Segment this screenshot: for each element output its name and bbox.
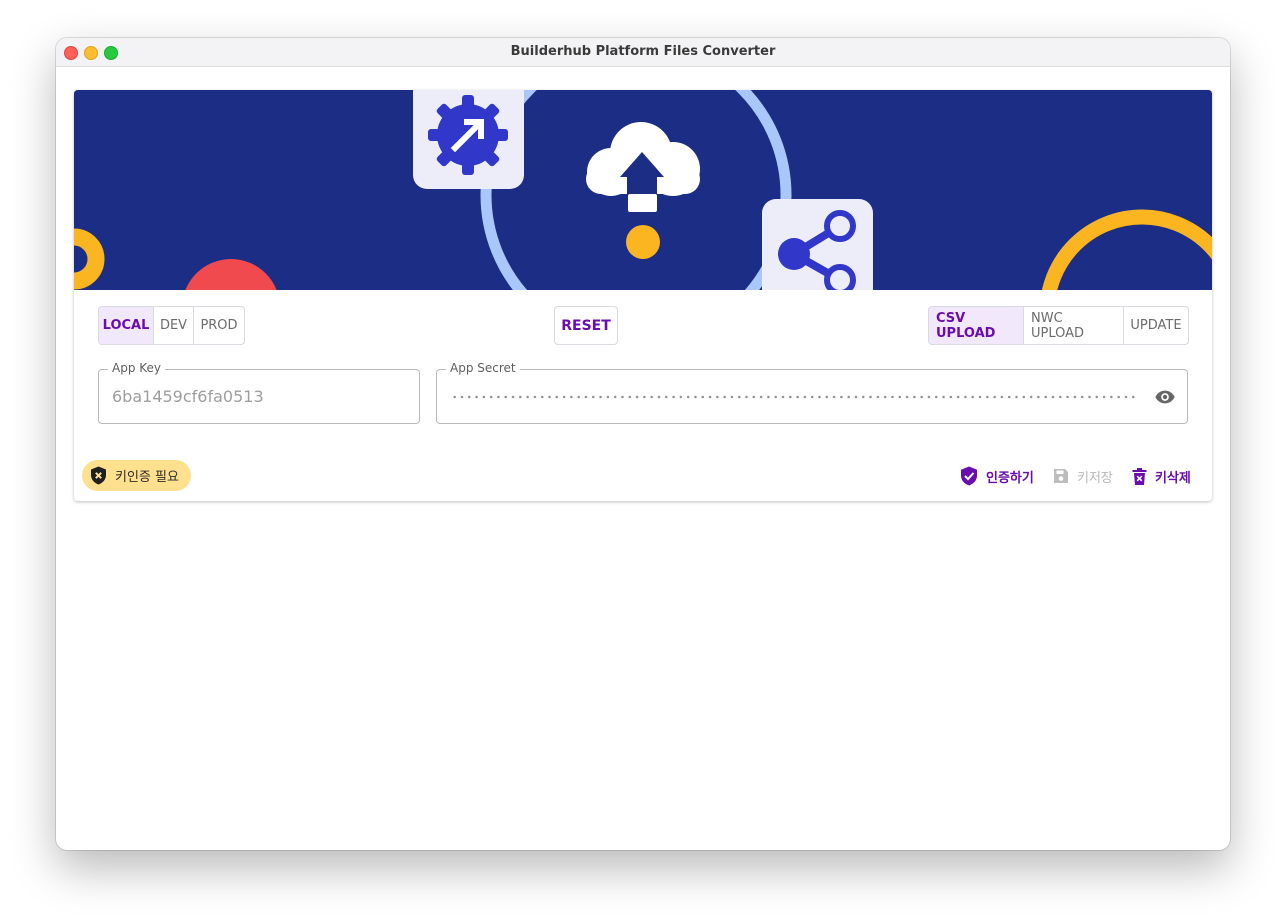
env-dev-button[interactable]: DEV (154, 307, 194, 344)
window-title: Builderhub Platform Files Converter (510, 44, 776, 59)
converter-card: LOCAL DEV PROD RESET CSV UPLOAD NWC UPLO… (74, 90, 1212, 501)
badge-label: 키인증 필요 (115, 470, 179, 485)
shield-check-icon (961, 466, 977, 486)
hero-banner (74, 90, 1212, 290)
env-prod-button[interactable]: PROD (194, 307, 244, 344)
environment-toggle-group: LOCAL DEV PROD (98, 306, 245, 345)
save-key-button[interactable]: 키저장 (1053, 464, 1113, 488)
shield-x-icon (91, 466, 106, 485)
app-window: Builderhub Platform Files Converter LOCA… (56, 38, 1230, 850)
app-secret-masked-value[interactable] (451, 395, 1137, 399)
eye-icon[interactable] (1153, 386, 1177, 408)
app-key-field[interactable]: App Key 6ba1459cf6fa0513 (98, 361, 420, 424)
mode-toggle-group: CSV UPLOAD NWC UPLOAD UPDATE (928, 306, 1189, 345)
authenticate-label: 인증하기 (986, 470, 1034, 486)
app-secret-field[interactable]: App Secret (436, 361, 1188, 424)
env-local-button[interactable]: LOCAL (99, 307, 154, 344)
tab-update[interactable]: UPDATE (1124, 307, 1188, 344)
key-auth-required-badge: 키인증 필요 (82, 460, 191, 491)
app-key-value[interactable]: 6ba1459cf6fa0513 (112, 387, 264, 406)
app-key-label: App Key (108, 361, 166, 375)
app-secret-label: App Secret (446, 361, 520, 375)
save-key-label: 키저장 (1077, 470, 1113, 486)
delete-key-button[interactable]: 키삭제 (1132, 464, 1191, 488)
authenticate-button[interactable]: 인증하기 (960, 464, 1034, 488)
share-icon (762, 199, 873, 290)
trash-icon (1132, 467, 1147, 485)
title-bar: Builderhub Platform Files Converter (56, 38, 1230, 67)
gear-arrow-icon (413, 90, 524, 189)
delete-key-label: 키삭제 (1155, 470, 1191, 486)
tab-csv-upload[interactable]: CSV UPLOAD (929, 307, 1024, 344)
save-icon (1054, 469, 1068, 483)
tab-nwc-upload[interactable]: NWC UPLOAD (1024, 307, 1124, 344)
reset-button[interactable]: RESET (554, 306, 618, 345)
